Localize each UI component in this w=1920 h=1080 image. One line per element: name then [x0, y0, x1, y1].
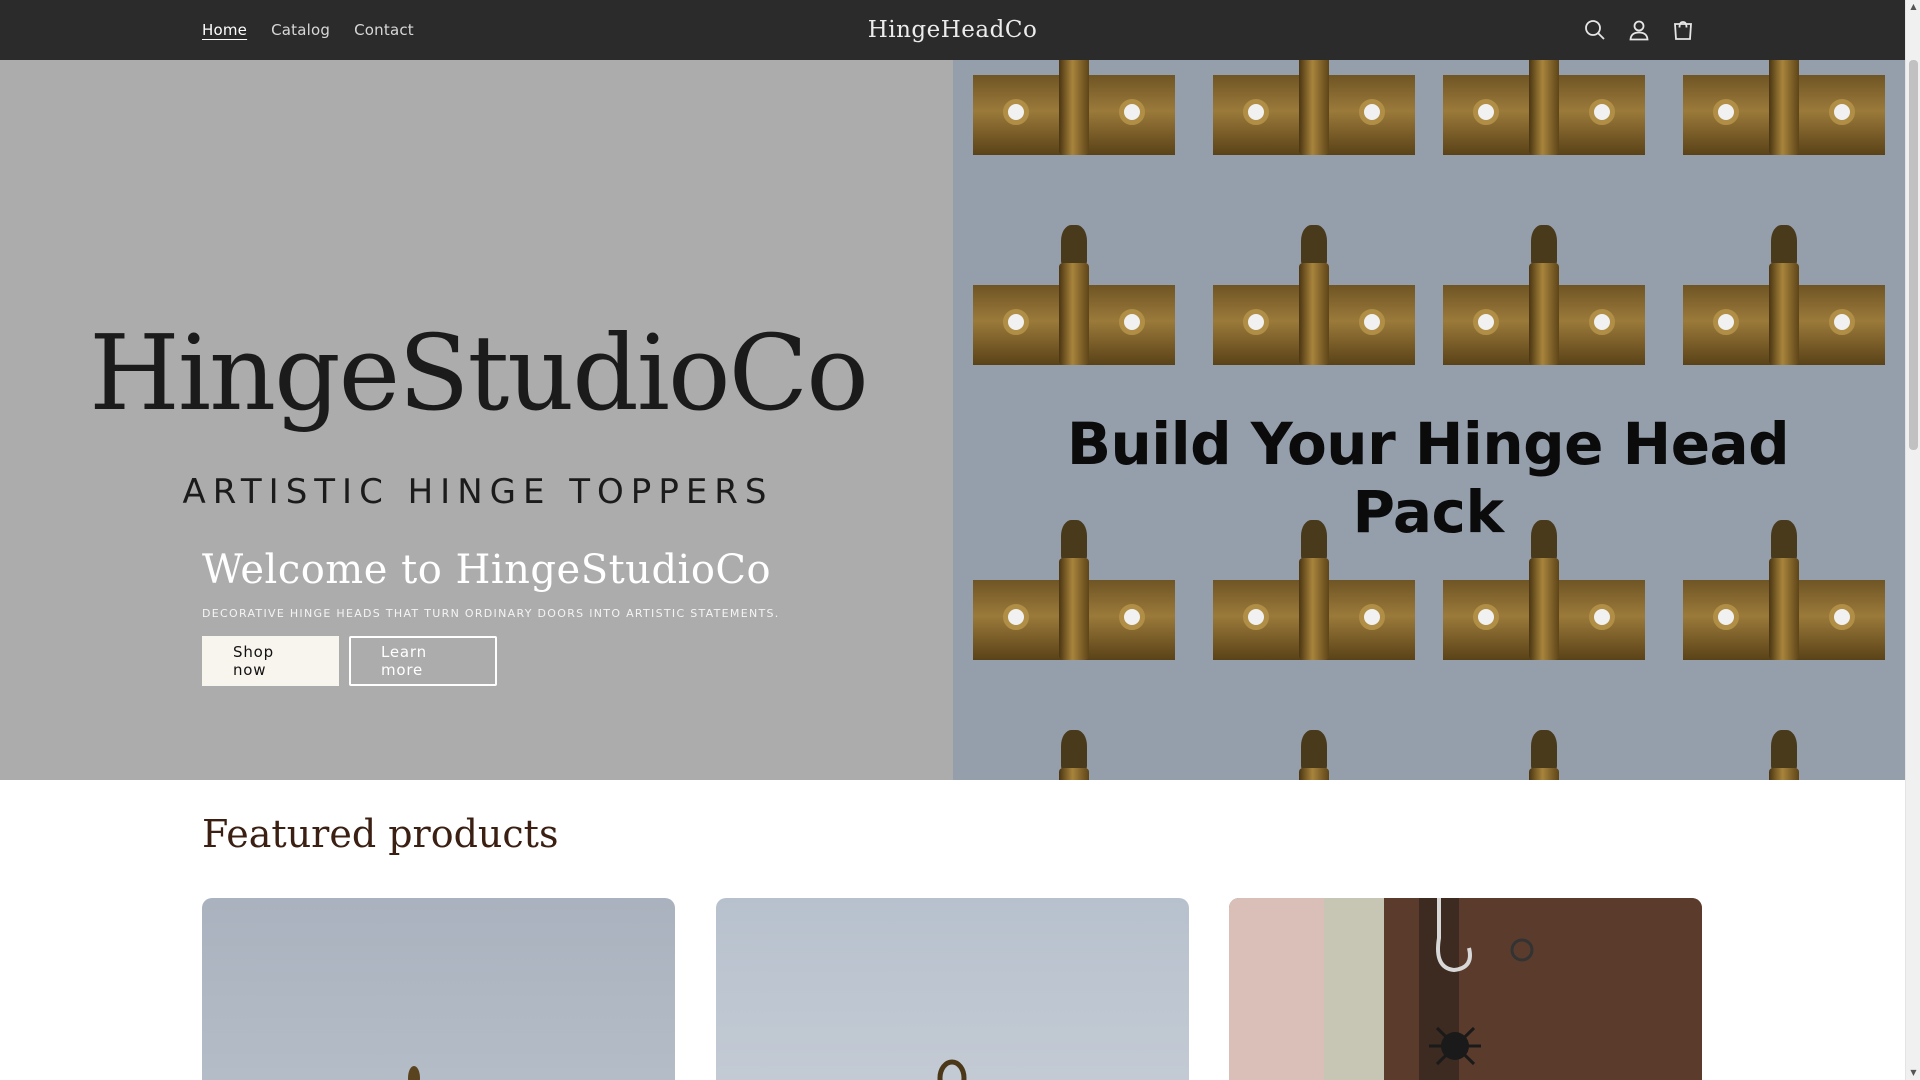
- nav-home-link[interactable]: Home: [202, 21, 247, 39]
- product-card-image[interactable]: [202, 898, 675, 1080]
- pack-banner-text: Build Your Hinge Head Pack: [1066, 410, 1790, 546]
- hero-content: Welcome to HingeStudioCo DECORATIVE HING…: [202, 547, 780, 686]
- hinge-topper-photo: [1443, 60, 1645, 155]
- scroll-down-arrow-icon[interactable]: ▼: [1909, 1068, 1918, 1078]
- hinge-topper-photo: [1213, 720, 1415, 780]
- product-photo: [408, 1066, 420, 1080]
- learn-more-button[interactable]: Learn more: [349, 636, 497, 686]
- hinge-topper-photo: [973, 60, 1175, 155]
- nav-contact-link[interactable]: Contact: [354, 21, 414, 39]
- hero-logo-tagline: ARTISTIC HINGE TOPPERS: [182, 472, 774, 512]
- product-card-image[interactable]: [1229, 898, 1702, 1080]
- hero-description: DECORATIVE HINGE HEADS THAT TURN ORDINAR…: [202, 607, 780, 620]
- hinge-topper-photo: [1683, 215, 1885, 365]
- cart-icon[interactable]: [1671, 18, 1695, 42]
- hero-product-image: Build Your Hinge Head Pack: [953, 60, 1905, 780]
- site-header: Home Catalog Contact HingeHeadCo: [0, 0, 1905, 60]
- hinge-topper-photo: [1443, 720, 1645, 780]
- account-icon[interactable]: [1627, 18, 1651, 42]
- product-photo: [1229, 898, 1702, 1080]
- hinge-topper-photo: [1683, 60, 1885, 155]
- brand-logo-link[interactable]: HingeHeadCo: [868, 17, 1038, 43]
- hero-title: Welcome to HingeStudioCo: [202, 547, 772, 593]
- main-nav: Home Catalog Contact: [202, 0, 438, 60]
- search-icon[interactable]: [1583, 18, 1607, 42]
- featured-products-heading: Featured products: [202, 812, 559, 856]
- hero-buttons: Shop now Learn more: [202, 636, 780, 686]
- hinge-topper-photo: [973, 215, 1175, 365]
- page-scrollbar[interactable]: ▲ ▼: [1905, 0, 1920, 1080]
- product-card-image[interactable]: [716, 898, 1189, 1080]
- nav-catalog-link[interactable]: Catalog: [271, 21, 330, 39]
- hinge-topper-photo: [973, 720, 1175, 780]
- hero-logo-wordmark: HingeStudioCo: [89, 312, 869, 434]
- scrollbar-thumb[interactable]: [1909, 60, 1918, 450]
- product-photo: [937, 1059, 967, 1080]
- hinge-topper-photo: [1213, 60, 1415, 155]
- header-icons: [1583, 0, 1695, 60]
- hinge-topper-photo: [1683, 720, 1885, 780]
- scroll-up-arrow-icon[interactable]: ▲: [1909, 2, 1918, 12]
- hinge-topper-photo: [1443, 215, 1645, 365]
- hinge-topper-photo: [1213, 215, 1415, 365]
- shop-now-button[interactable]: Shop now: [202, 636, 339, 686]
- hero-banner: HingeStudioCo ARTISTIC HINGE TOPPERS Bui…: [0, 60, 1905, 780]
